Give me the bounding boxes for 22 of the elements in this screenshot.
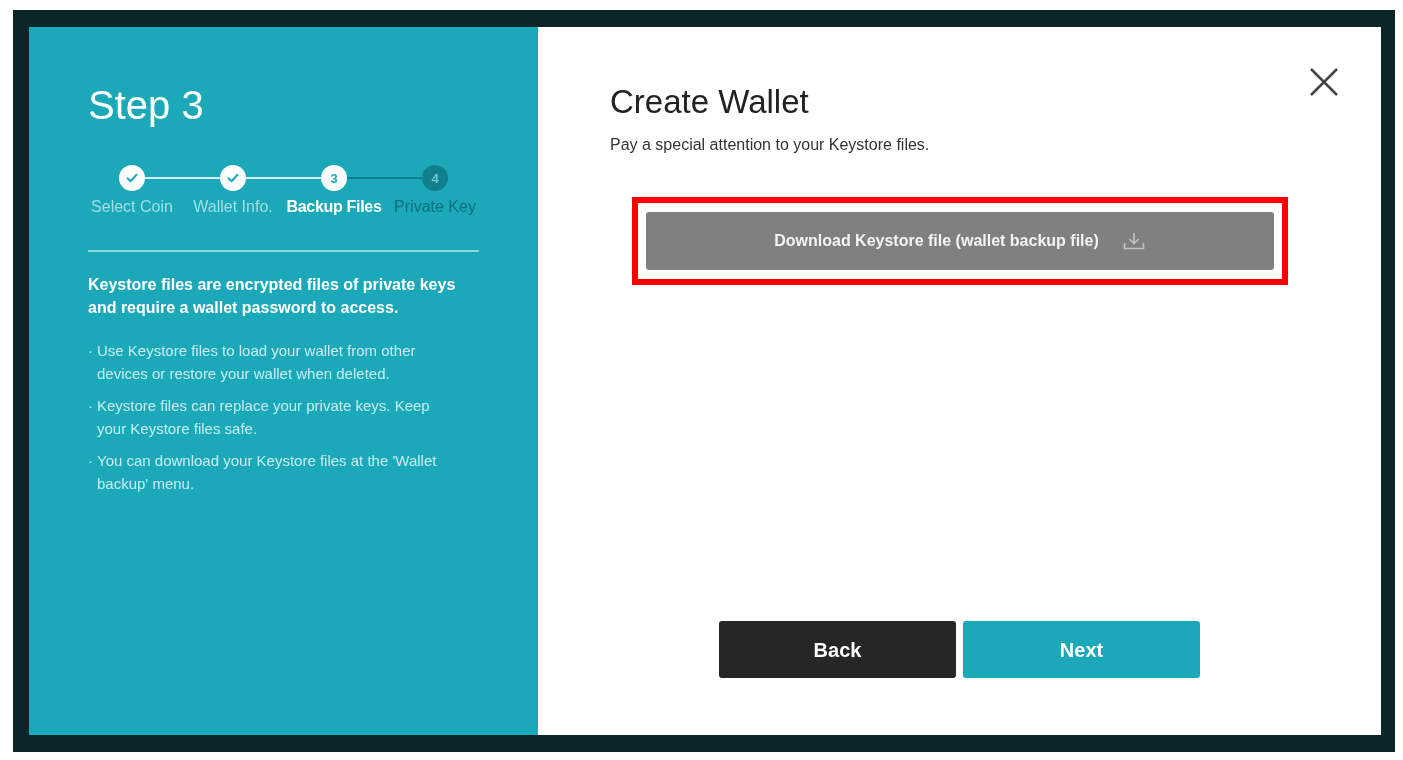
- download-button[interactable]: Download Keystore file (wallet backup file): [645, 212, 1274, 270]
- step-label: Private Key: [394, 197, 476, 217]
- note-text: You can download your Keystore files at the 'Wallet backup' menu.: [97, 451, 438, 494]
- subtitle-text: Pay a special attention to your Keystore files.: [610, 135, 930, 155]
- close-button[interactable]: [1310, 68, 1338, 96]
- note-text: Keystore files can replace your private keys. Keep your Keystore files safe.: [97, 396, 431, 439]
- step-label: Wallet Info.: [193, 197, 273, 217]
- step-number: 3: [321, 165, 347, 191]
- step-label: Backup Files: [286, 197, 382, 217]
- download-icon: [1122, 232, 1145, 250]
- intro-text: Keystore files are encrypted files of private keys and require a wallet password to access.: [88, 275, 457, 318]
- bullet-mark: ·: [88, 341, 94, 361]
- step-number: 4: [422, 165, 448, 191]
- close-icon: [1310, 68, 1338, 96]
- next-button[interactable]: Next: [963, 621, 1200, 678]
- bullet-mark: ·: [88, 451, 94, 471]
- page-title: Create Wallet: [610, 82, 809, 122]
- step-title: Step 3: [88, 85, 204, 125]
- step-label: Select Coin: [91, 197, 173, 217]
- back-button[interactable]: Back: [719, 621, 956, 678]
- note-text: Use Keystore files to load your wallet from other devices or restore your wallet when deleted.: [97, 341, 417, 384]
- bullet-mark: ·: [88, 396, 94, 416]
